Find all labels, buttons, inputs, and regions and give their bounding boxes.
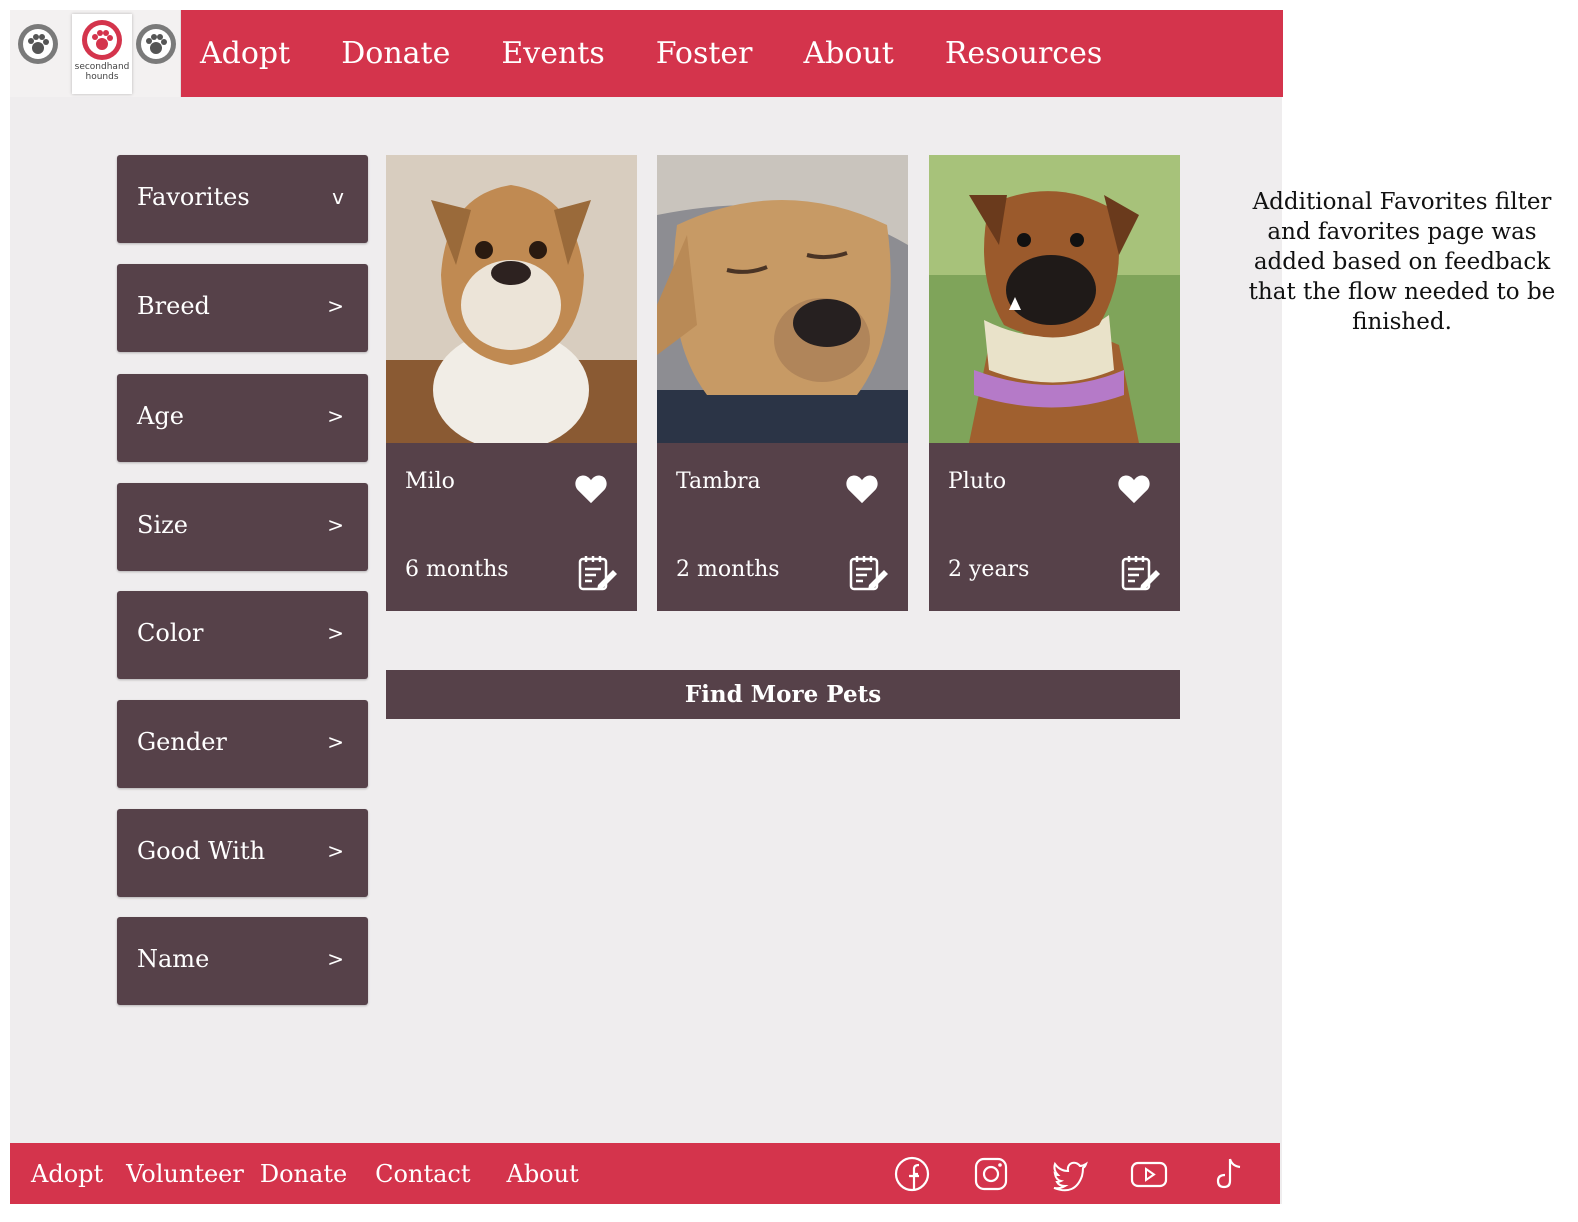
tiktok-icon[interactable] [1209, 1154, 1249, 1194]
filter-size[interactable]: Size > [117, 483, 368, 571]
nav-donate[interactable]: Donate [341, 36, 450, 71]
nav-foster[interactable]: Foster [656, 36, 753, 71]
paw-badge-icon [136, 24, 176, 64]
nav-events[interactable]: Events [501, 36, 604, 71]
heart-icon[interactable] [845, 473, 879, 505]
heart-icon[interactable] [1117, 473, 1151, 505]
footer-link-adopt[interactable]: Adopt [31, 1160, 103, 1188]
footer-link-donate[interactable]: Donate [260, 1160, 347, 1188]
filter-favorites[interactable]: Favorites v [117, 155, 368, 243]
filter-label: Favorites [137, 183, 250, 211]
paw-logo-icon [82, 20, 122, 60]
application-form-icon[interactable] [1121, 555, 1161, 591]
pet-card-tambra[interactable]: Tambra 2 months [657, 155, 908, 611]
filter-gender[interactable]: Gender > [117, 700, 368, 788]
filter-age[interactable]: Age > [117, 374, 368, 462]
chevron-right-icon: > [327, 294, 344, 318]
filter-label: Breed [137, 292, 210, 320]
chevron-right-icon: > [327, 404, 344, 428]
pet-age: 6 months [405, 557, 509, 582]
nav-resources[interactable]: Resources [945, 36, 1102, 71]
chevron-right-icon: > [327, 839, 344, 863]
pet-age: 2 years [948, 557, 1030, 582]
footer-nav: Adopt Volunteer Donate Contact About [31, 1143, 579, 1204]
pet-card-pluto[interactable]: Pluto 2 years [929, 155, 1180, 611]
pet-name: Pluto [948, 469, 1007, 494]
pet-photo-pluto[interactable] [929, 155, 1180, 443]
filter-breed[interactable]: Breed > [117, 264, 368, 352]
chevron-right-icon: > [327, 947, 344, 971]
filter-label: Age [137, 402, 184, 430]
instagram-icon[interactable] [971, 1154, 1011, 1194]
filter-label: Size [137, 511, 188, 539]
pet-age: 2 months [676, 557, 780, 582]
application-form-icon[interactable] [578, 555, 618, 591]
logo-text: secondhand hounds [74, 62, 130, 82]
design-annotation-note: Additional Favorites filter and favorite… [1248, 189, 1556, 335]
logo-card: secondhand hounds [72, 14, 132, 94]
paw-badge-icon [18, 24, 58, 64]
application-form-icon[interactable] [849, 555, 889, 591]
filter-color[interactable]: Color > [117, 591, 368, 679]
pet-card-milo[interactable]: Milo 6 months [386, 155, 637, 611]
heart-icon[interactable] [574, 473, 608, 505]
facebook-icon[interactable] [892, 1154, 932, 1194]
main-nav: Adopt Donate Events Foster About Resourc… [200, 10, 1153, 97]
footer-link-contact[interactable]: Contact [375, 1160, 470, 1188]
pet-name: Tambra [676, 469, 761, 494]
pet-photo-milo[interactable] [386, 155, 637, 443]
chevron-right-icon: > [327, 621, 344, 645]
pet-photo-tambra[interactable] [657, 155, 908, 443]
youtube-icon[interactable] [1129, 1154, 1169, 1194]
filter-label: Good With [137, 837, 266, 865]
filter-good-with[interactable]: Good With > [117, 809, 368, 897]
footer-link-volunteer[interactable]: Volunteer [126, 1160, 244, 1188]
site-logo[interactable]: secondhand hounds [10, 10, 181, 97]
pet-name: Milo [405, 469, 455, 494]
chevron-right-icon: > [327, 730, 344, 754]
nav-adopt[interactable]: Adopt [200, 36, 290, 71]
find-more-pets-button[interactable]: Find More Pets [386, 670, 1180, 719]
filter-label: Color [137, 619, 204, 647]
chevron-down-icon: v [332, 185, 344, 209]
twitter-icon[interactable] [1050, 1154, 1090, 1194]
filter-label: Gender [137, 728, 227, 756]
filter-label: Name [137, 945, 210, 973]
filter-name[interactable]: Name > [117, 917, 368, 1005]
footer-link-about[interactable]: About [506, 1160, 578, 1188]
nav-about[interactable]: About [804, 36, 894, 71]
chevron-right-icon: > [327, 513, 344, 537]
